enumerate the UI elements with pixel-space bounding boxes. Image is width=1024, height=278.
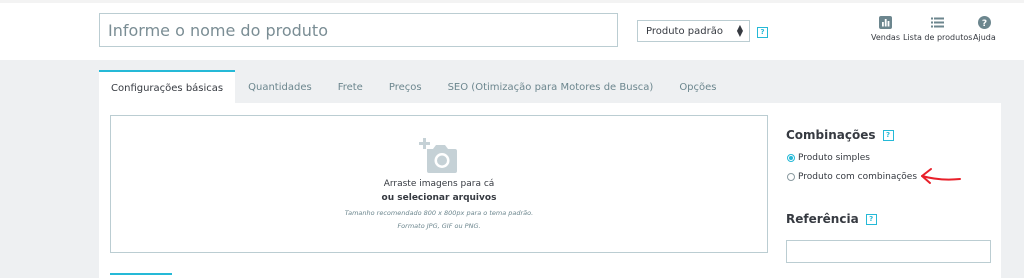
select-files-link[interactable]: ou selecionar arquivos (111, 193, 767, 203)
annotation-arrow-icon (921, 168, 961, 184)
bar-chart-icon (879, 16, 892, 29)
list-icon (931, 17, 945, 28)
product-list-button[interactable]: Lista de produtos (903, 16, 972, 42)
product-type-select[interactable]: Produto padrão ▲ ▼ (637, 20, 750, 42)
radio-simple-product[interactable]: Produto simples (787, 153, 870, 163)
combinations-heading: Combinações ? (786, 128, 894, 142)
help-label: Ajuda (973, 33, 996, 42)
dropzone-title: Arraste imagens para cá (383, 179, 495, 189)
dropzone-format-note: Formato JPG, GIF ou PNG. (397, 222, 481, 230)
add-photo-icon (419, 138, 457, 173)
tab-seo[interactable]: SEO (Otimização para Motores de Busca) (435, 70, 667, 104)
product-tabs: Configurações básicas Quantidades Frete … (99, 70, 730, 104)
combinations-title: Combinações (786, 128, 876, 142)
next-section-tab (110, 273, 172, 278)
product-type-help-icon[interactable]: ? (757, 27, 768, 38)
product-name-input[interactable] (99, 13, 618, 47)
reference-input[interactable] (786, 240, 991, 263)
help-button[interactable]: ? Ajuda (973, 16, 996, 42)
radio-combinations-label: Produto com combinações (798, 172, 918, 182)
sales-label: Vendas (871, 33, 900, 42)
tab-basic-settings[interactable]: Configurações básicas (99, 70, 236, 104)
tab-shipping[interactable]: Frete (325, 70, 376, 104)
reference-help-icon[interactable]: ? (865, 213, 877, 225)
svg-text:?: ? (982, 19, 987, 29)
tab-quantities[interactable]: Quantidades (235, 70, 325, 104)
radio-product-with-combinations[interactable]: Produto com combinações (787, 172, 917, 182)
sales-button[interactable]: Vendas (871, 16, 900, 42)
tab-pricing[interactable]: Preços (376, 70, 435, 104)
top-divider (0, 0, 1024, 3)
product-list-label: Lista de produtos (903, 33, 973, 42)
combinations-help-icon[interactable]: ? (882, 129, 894, 141)
reference-heading: Referência ? (786, 212, 877, 226)
tab-options[interactable]: Opções (666, 70, 729, 104)
image-dropzone[interactable]: Arraste imagens para cá ou selecionar ar… (110, 115, 768, 253)
question-circle-icon: ? (977, 16, 991, 29)
radio-simple-product-label: Produto simples (798, 153, 870, 163)
select-caret-icon: ▲ ▼ (736, 23, 743, 38)
radio-unchecked[interactable] (787, 173, 795, 181)
radio-checked[interactable] (787, 154, 795, 162)
dropzone-size-note: Tamanho recomendado 800 x 800px para o t… (344, 209, 534, 217)
product-type-value: Produto padrão (646, 25, 723, 37)
reference-title: Referência (786, 212, 859, 226)
